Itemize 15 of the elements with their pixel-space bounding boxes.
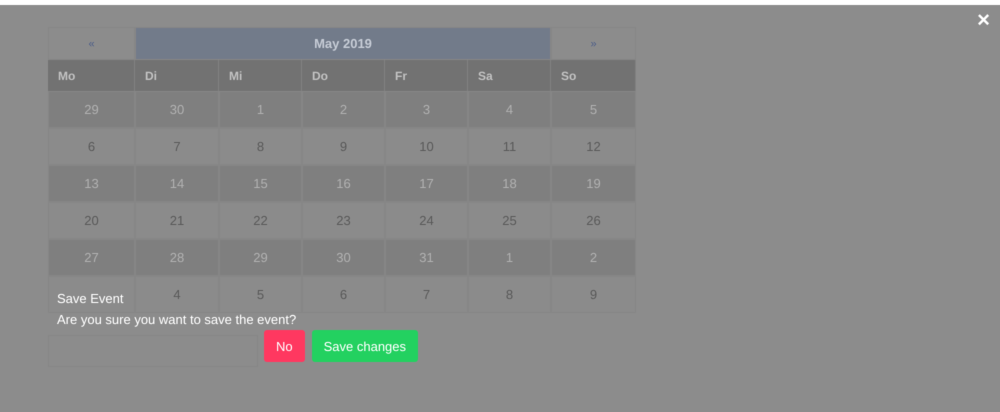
weekday-header: Do [302,60,385,91]
weekday-header: Di [135,60,219,91]
weekday-header: So [551,60,636,91]
next-month-button[interactable]: » [551,27,636,60]
weekday-header: Mo [48,60,135,91]
weekday-header: Sa [468,60,551,91]
weekday-header: Mi [219,60,302,91]
close-button[interactable]: × [975,9,992,31]
prev-month-button[interactable]: « [48,27,135,60]
weekday-header: Fr [385,60,468,91]
save-button[interactable]: Save changes [312,330,418,362]
dialog-message: Are you sure you want to save the event? [57,312,296,327]
dialog-title: Save Event [57,291,124,306]
no-button[interactable]: No [264,330,305,362]
month-title[interactable]: May 2019 [135,27,551,60]
